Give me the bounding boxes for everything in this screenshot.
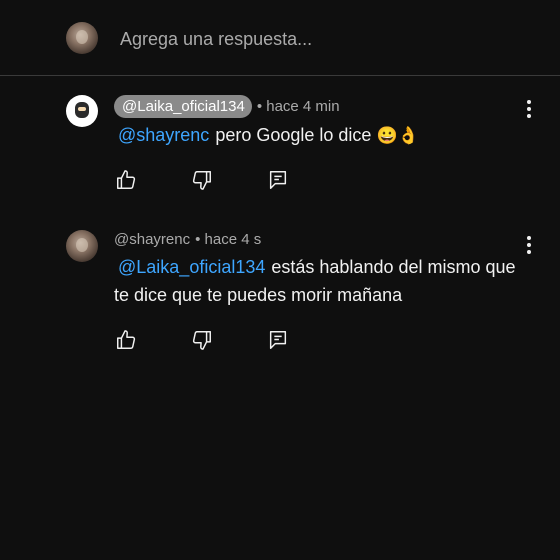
reply-comment-icon <box>269 331 287 349</box>
reply-comment-icon <box>269 171 287 189</box>
character-avatar-icon <box>75 102 89 118</box>
comment-author-handle[interactable]: @shayrenc <box>114 231 190 248</box>
reply-bar: Agrega una respuesta... <box>0 0 560 76</box>
mention-link[interactable]: @Laika_oficial134 <box>118 257 265 277</box>
dislike-button[interactable] <box>190 168 214 192</box>
comment-author-handle[interactable]: @Laika_oficial134 <box>114 95 252 118</box>
current-user-avatar <box>66 22 98 54</box>
mention-link[interactable]: @shayrenc <box>118 125 209 145</box>
more-options-icon[interactable] <box>526 100 532 120</box>
comment-item: @shayrenc • hace 4 s @Laika_oficial134 es… <box>0 228 560 358</box>
thumbs-up-icon <box>117 170 136 189</box>
comment-meta: @shayrenc • hace 4 s <box>114 231 261 248</box>
comment-text: pero Google lo dice <box>215 125 372 145</box>
like-button[interactable] <box>114 328 138 352</box>
comment-body: @shayrenc pero Google lo dice 😀👌 <box>114 121 534 150</box>
like-button[interactable] <box>114 168 138 192</box>
user-photo-avatar-icon[interactable] <box>66 230 98 262</box>
reply-button[interactable] <box>266 168 290 192</box>
commenter-avatar[interactable] <box>66 95 98 127</box>
comment-actions <box>114 328 342 352</box>
thumbs-down-icon <box>192 331 211 350</box>
thumbs-up-icon <box>117 330 136 349</box>
comment-timestamp: • hace 4 s <box>195 231 262 248</box>
reply-button[interactable] <box>266 328 290 352</box>
comment-item: @Laika_oficial134 • hace 4 min @shayrenc… <box>0 92 560 202</box>
thumbs-down-icon <box>192 171 211 190</box>
comment-emojis: 😀👌 <box>376 126 419 145</box>
comment-body: @Laika_oficial134 estás hablando del mism… <box>114 253 534 309</box>
dislike-button[interactable] <box>190 328 214 352</box>
comment-actions <box>114 168 342 192</box>
comment-timestamp: • hace 4 min <box>256 98 340 115</box>
reply-input[interactable]: Agrega una respuesta... <box>120 29 312 50</box>
comment-meta: @Laika_oficial134 • hace 4 min <box>114 95 340 118</box>
